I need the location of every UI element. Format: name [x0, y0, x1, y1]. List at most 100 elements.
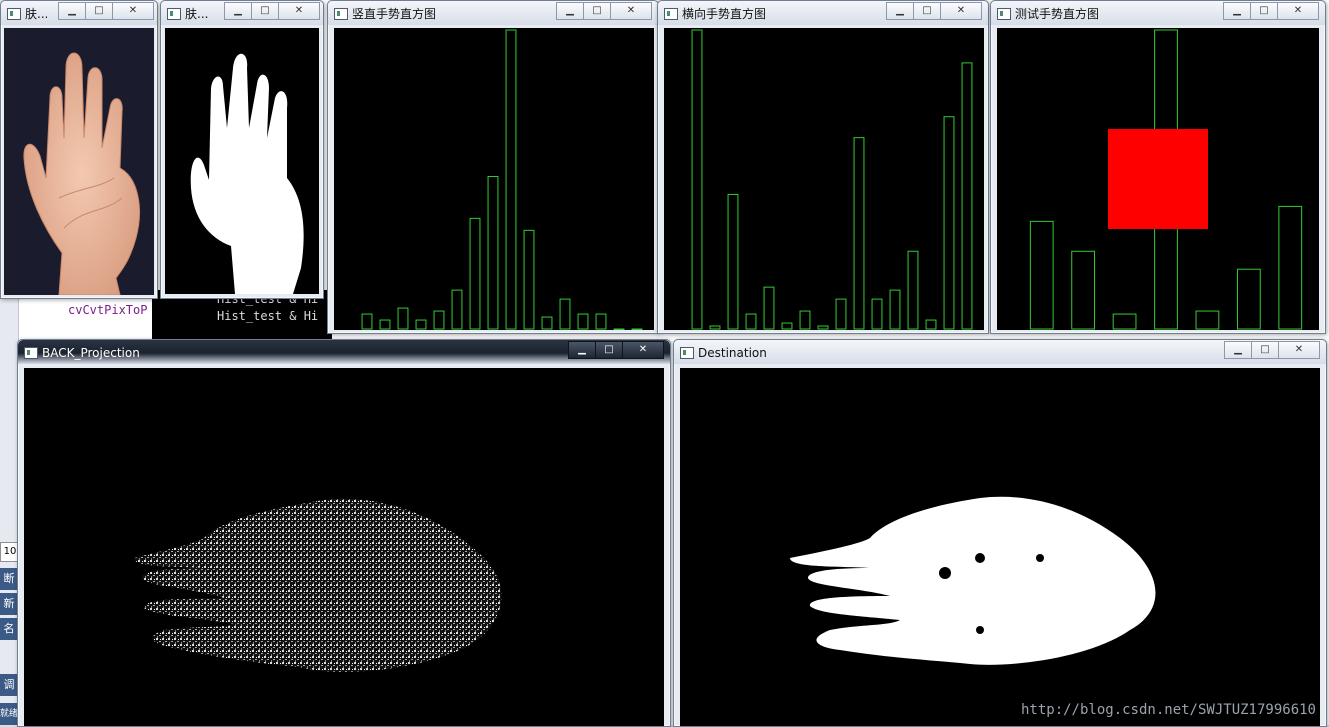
ide-side-tab[interactable]: 调: [0, 674, 18, 696]
back-projection-image: [24, 368, 664, 726]
window-app-icon: [334, 8, 348, 20]
maximize-button[interactable]: □: [595, 341, 623, 359]
ide-status-tab: 就绪: [0, 703, 18, 725]
titlebar[interactable]: 竖直手势直方图 ▁ □ ✕: [328, 1, 658, 25]
maximize-button[interactable]: □: [913, 2, 941, 20]
maximize-button[interactable]: □: [251, 2, 279, 20]
minimize-button[interactable]: ▁: [556, 2, 584, 20]
maximize-button[interactable]: □: [583, 2, 611, 20]
window-title: Destination: [698, 346, 767, 360]
histogram-bar: [1236, 268, 1261, 330]
titlebar[interactable]: 肤... ▁ □ ✕: [1, 1, 157, 25]
histogram-bar: [709, 325, 721, 330]
window-title: BACK_Projection: [42, 346, 140, 360]
histogram-bar: [889, 289, 901, 330]
window-title: 肤...: [185, 7, 209, 21]
histogram-bar: [853, 137, 865, 330]
histogram-bar: [451, 289, 463, 330]
histogram-bar: [727, 193, 739, 330]
histogram-bar: [379, 319, 391, 330]
histogram-bar: [925, 319, 937, 330]
window-horizontal-histogram[interactable]: 横向手势直方图 ▁ □ ✕: [657, 0, 989, 334]
histogram-bar: [469, 217, 481, 330]
histogram-bar: [631, 328, 643, 330]
histogram-bar: [745, 313, 757, 330]
close-button[interactable]: ✕: [1278, 341, 1320, 359]
red-marker-square: [1108, 129, 1208, 229]
window-test-histogram[interactable]: 测试手势直方图 ▁ □ ✕: [990, 0, 1326, 334]
close-button[interactable]: ✕: [1277, 2, 1319, 20]
window-back-projection[interactable]: BACK_Projection ▁ □ ✕: [17, 339, 671, 727]
maximize-button[interactable]: □: [85, 2, 113, 20]
minimize-button[interactable]: ▁: [224, 2, 252, 20]
titlebar[interactable]: BACK_Projection ▁ □ ✕: [18, 340, 670, 364]
ide-side-tab[interactable]: 新: [0, 593, 18, 615]
window-app-icon: [24, 347, 38, 359]
titlebar[interactable]: Destination ▁ □ ✕: [674, 340, 1326, 364]
histogram-bar: [1071, 250, 1096, 330]
minimize-button[interactable]: ▁: [1223, 2, 1251, 20]
histogram-bar: [1112, 313, 1137, 330]
console-line: Hist_test & Hi: [217, 309, 319, 323]
close-button[interactable]: ✕: [622, 341, 664, 359]
minimize-button[interactable]: ▁: [568, 341, 596, 359]
histogram-bar: [523, 229, 535, 330]
window-app-icon: [167, 8, 181, 20]
minimize-button[interactable]: ▁: [1224, 341, 1252, 359]
histogram-bar: [559, 298, 571, 330]
window-destination[interactable]: Destination ▁ □ ✕ http://blog.csdn.net/S…: [673, 339, 1327, 727]
close-button[interactable]: ✕: [610, 2, 652, 20]
window-title: 测试手势直方图: [1015, 7, 1100, 21]
window-app-icon: [997, 8, 1011, 20]
mask-image: [165, 28, 319, 294]
skin-photo: [4, 28, 154, 295]
titlebar[interactable]: 横向手势直方图 ▁ □ ✕: [658, 1, 988, 25]
window-skin-mask[interactable]: 肤... ▁ □ ✕: [160, 0, 324, 299]
hand-mask: [190, 53, 304, 294]
histogram-bar: [817, 325, 829, 330]
histogram-bar: [943, 116, 955, 330]
destination-svg: [790, 496, 1156, 665]
window-title: 竖直手势直方图: [352, 7, 437, 21]
histogram-svg: [691, 29, 973, 330]
close-button[interactable]: ✕: [112, 2, 154, 20]
histogram-canvas: [997, 28, 1319, 330]
histogram-bar: [397, 307, 409, 330]
histogram-bar: [691, 29, 703, 330]
histogram-bar: [763, 286, 775, 330]
window-vertical-histogram[interactable]: 竖直手势直方图 ▁ □ ✕: [327, 0, 659, 334]
window-title: 肤...: [25, 7, 47, 21]
histogram-svg: [1029, 29, 1303, 330]
titlebar[interactable]: 测试手势直方图 ▁ □ ✕: [991, 1, 1325, 25]
hand-photo: [23, 52, 140, 295]
histogram-bar: [781, 322, 793, 330]
histogram-bar: [433, 310, 445, 330]
watermark: http://blog.csdn.net/SWJTUZ17996610: [1020, 702, 1316, 718]
ide-side-tab[interactable]: 名: [0, 618, 18, 640]
maximize-button[interactable]: □: [1250, 2, 1278, 20]
minimize-button[interactable]: ▁: [886, 2, 914, 20]
histogram-bar: [487, 176, 499, 330]
titlebar[interactable]: 肤... ▁ □ ✕: [161, 1, 323, 25]
histogram-bar: [835, 298, 847, 330]
histogram-bar: [1278, 205, 1303, 330]
window-app-icon: [680, 347, 694, 359]
window-app-icon: [7, 8, 21, 20]
histogram-bar: [577, 313, 589, 330]
histogram-bar: [871, 298, 883, 330]
histogram-bar: [595, 313, 607, 330]
histogram-bar: [361, 313, 373, 330]
minimize-button[interactable]: ▁: [58, 2, 86, 20]
maximize-button[interactable]: □: [1251, 341, 1279, 359]
histogram-bar: [1029, 220, 1054, 330]
code-line[interactable]: cvCvtPixToP: [68, 303, 147, 317]
window-skin-image[interactable]: 肤... ▁ □ ✕: [0, 0, 158, 299]
close-button[interactable]: ✕: [278, 2, 320, 20]
histogram-bar: [907, 250, 919, 330]
histogram-canvas: [334, 28, 654, 330]
histogram-canvas: [664, 28, 984, 330]
destination-image: [680, 368, 1320, 726]
ide-side-tab[interactable]: 断: [0, 568, 18, 590]
window-title: 横向手势直方图: [682, 7, 767, 21]
close-button[interactable]: ✕: [940, 2, 982, 20]
